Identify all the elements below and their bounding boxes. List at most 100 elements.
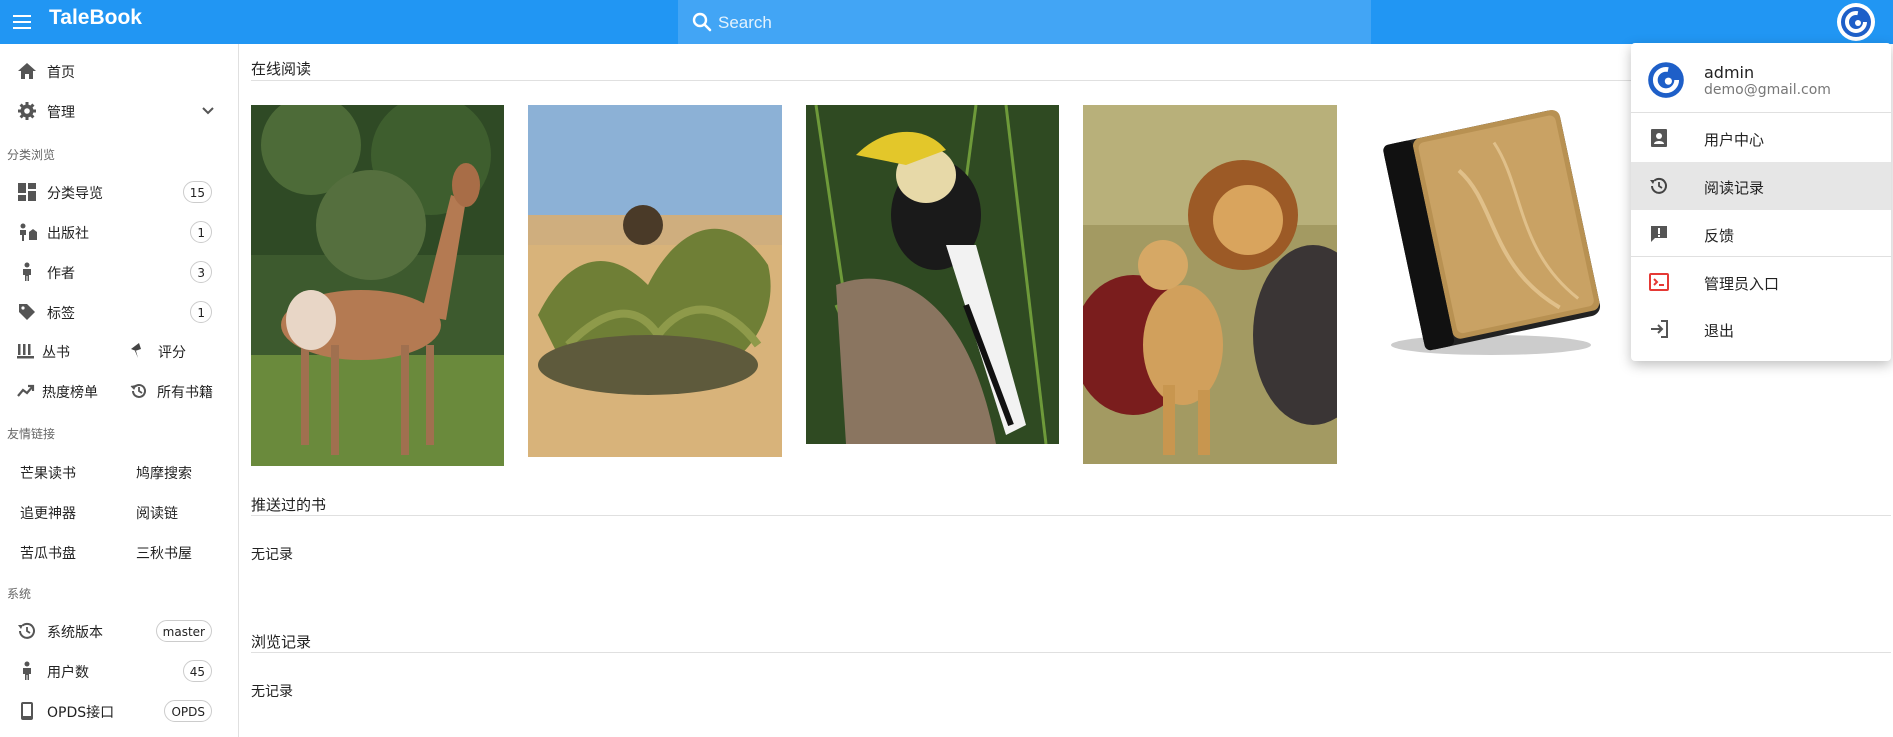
section-heading-online-reading: 在线阅读 bbox=[251, 60, 312, 78]
menu-item-label: 反馈 bbox=[1704, 227, 1735, 245]
sidebar-item-label: 丛书 bbox=[42, 345, 70, 361]
menu-item-label: 用户中心 bbox=[1704, 131, 1765, 149]
library-icon bbox=[17, 344, 34, 359]
tag-icon bbox=[19, 304, 35, 320]
sidebar-item-label: 作者 bbox=[47, 266, 75, 282]
divider bbox=[251, 515, 1891, 516]
feedback-icon bbox=[1651, 226, 1667, 242]
opds-badge: OPDS bbox=[164, 700, 212, 722]
sidebar-item-publisher[interactable]: 出版社 1 bbox=[0, 213, 238, 251]
terminal-icon bbox=[1649, 273, 1669, 291]
history-icon bbox=[18, 622, 35, 639]
menu-item-logout[interactable]: 退出 bbox=[1631, 305, 1891, 353]
count-badge: 3 bbox=[190, 261, 212, 283]
sidebar-item-label: 出版社 bbox=[47, 226, 89, 242]
sidebar-item-label: OPDS接口 bbox=[47, 705, 115, 721]
publisher-icon bbox=[20, 223, 37, 241]
book-cover[interactable] bbox=[251, 105, 504, 466]
count-badge: 45 bbox=[182, 660, 212, 682]
sidebar-item-label: 评分 bbox=[158, 345, 186, 361]
sidebar-item-admin[interactable]: 管理 bbox=[0, 92, 238, 130]
user-menu: admin demo@gmail.com 用户中心 阅读记录 反馈 管理员入口 … bbox=[1631, 43, 1891, 361]
default-book-icon bbox=[1383, 109, 1601, 355]
sidebar-item-label: 热度榜单 bbox=[42, 385, 98, 401]
empty-message: 无记录 bbox=[251, 547, 293, 563]
user-name: admin bbox=[1704, 63, 1755, 82]
contact-card-icon bbox=[1651, 129, 1667, 147]
divider bbox=[251, 652, 1891, 653]
menu-item-label: 退出 bbox=[1704, 322, 1735, 340]
section-title-system: 系统 bbox=[7, 587, 32, 601]
book-cover[interactable] bbox=[806, 105, 1059, 444]
friend-link[interactable]: 追更神器 bbox=[20, 503, 76, 523]
menu-item-label: 阅读记录 bbox=[1704, 179, 1765, 197]
gear-icon bbox=[18, 102, 36, 120]
section-heading-pushed: 推送过的书 bbox=[251, 496, 327, 514]
menu-item-admin-entry[interactable]: 管理员入口 bbox=[1631, 258, 1891, 306]
friend-link[interactable]: 鸠摩搜索 bbox=[136, 463, 192, 483]
divider bbox=[1631, 256, 1891, 257]
sidebar-item-label: 分类导览 bbox=[47, 186, 103, 202]
menu-icon[interactable] bbox=[8, 8, 36, 36]
sidebar-item-version[interactable]: 系统版本 master bbox=[0, 612, 238, 650]
hornbill-cover-image bbox=[806, 105, 1059, 444]
person-icon bbox=[23, 262, 31, 281]
search-icon bbox=[692, 12, 712, 32]
empty-message: 无记录 bbox=[251, 684, 293, 700]
history-icon bbox=[1650, 177, 1667, 194]
chevron-down-icon[interactable] bbox=[200, 102, 216, 118]
sidebar-item-rating[interactable]: 评分 bbox=[130, 333, 230, 369]
sidebar-item-label: 用户数 bbox=[47, 665, 89, 681]
sidebar-item-label: 管理 bbox=[47, 105, 75, 121]
desert-plant-cover-image bbox=[528, 105, 782, 457]
avatar-logo-icon bbox=[1841, 7, 1871, 37]
sidebar-item-label: 标签 bbox=[47, 306, 75, 322]
menu-item-label: 管理员入口 bbox=[1704, 275, 1780, 293]
home-icon bbox=[18, 63, 36, 79]
sidebar-item-label: 系统版本 bbox=[47, 625, 103, 641]
version-badge: master bbox=[155, 620, 212, 642]
user-email: demo@gmail.com bbox=[1704, 82, 1831, 98]
trending-up-icon bbox=[17, 384, 35, 397]
avatar bbox=[1648, 62, 1684, 98]
user-menu-header: admin demo@gmail.com bbox=[1631, 43, 1891, 111]
count-badge: 1 bbox=[190, 301, 212, 323]
section-heading-history: 浏览记录 bbox=[251, 633, 312, 651]
sidebar-item-categories[interactable]: 分类导览 15 bbox=[0, 173, 238, 211]
sidebar-item-tags[interactable]: 标签 1 bbox=[0, 293, 238, 331]
menu-item-user-center[interactable]: 用户中心 bbox=[1631, 114, 1891, 162]
friend-link[interactable]: 苦瓜书盘 bbox=[20, 543, 76, 563]
book-cover[interactable] bbox=[1083, 105, 1337, 464]
count-badge: 15 bbox=[182, 181, 212, 203]
count-badge: 1 bbox=[190, 221, 212, 243]
sidebar-item-home[interactable]: 首页 bbox=[0, 52, 238, 90]
sidebar-item-all-books[interactable]: 所有书籍 bbox=[130, 373, 235, 409]
lions-cover-image bbox=[1083, 105, 1337, 464]
friend-link[interactable]: 芒果读书 bbox=[20, 463, 76, 483]
menu-item-feedback[interactable]: 反馈 bbox=[1631, 210, 1891, 258]
history-icon bbox=[130, 383, 146, 398]
friend-link[interactable]: 三秋书屋 bbox=[136, 543, 192, 563]
logout-icon bbox=[1651, 320, 1668, 338]
search-bar[interactable] bbox=[678, 0, 1371, 46]
app-bar: TaleBook bbox=[0, 0, 1893, 46]
sidebar-item-author[interactable]: 作者 3 bbox=[0, 253, 238, 291]
book-cover[interactable] bbox=[1361, 105, 1614, 365]
dashboard-icon bbox=[18, 183, 36, 201]
search-input[interactable] bbox=[716, 0, 1340, 46]
phone-icon bbox=[21, 702, 33, 720]
app-title[interactable]: TaleBook bbox=[49, 6, 142, 30]
sidebar-item-series[interactable]: 丛书 bbox=[17, 333, 127, 369]
star-half-icon bbox=[131, 343, 141, 358]
sidebar-item-hot[interactable]: 热度榜单 bbox=[17, 373, 127, 409]
sidebar-item-label: 所有书籍 bbox=[157, 385, 213, 401]
friend-link[interactable]: 阅读链 bbox=[136, 503, 178, 523]
book-cover[interactable] bbox=[528, 105, 782, 457]
divider bbox=[1631, 112, 1891, 113]
sidebar-item-users[interactable]: 用户数 45 bbox=[0, 652, 238, 690]
section-title-browse: 分类浏览 bbox=[7, 148, 56, 162]
user-avatar-button[interactable] bbox=[1837, 3, 1875, 41]
menu-item-reading-history[interactable]: 阅读记录 bbox=[1631, 162, 1891, 210]
sidebar-item-opds[interactable]: OPDS接口 OPDS bbox=[0, 692, 238, 730]
deer-cover-image bbox=[251, 105, 504, 466]
